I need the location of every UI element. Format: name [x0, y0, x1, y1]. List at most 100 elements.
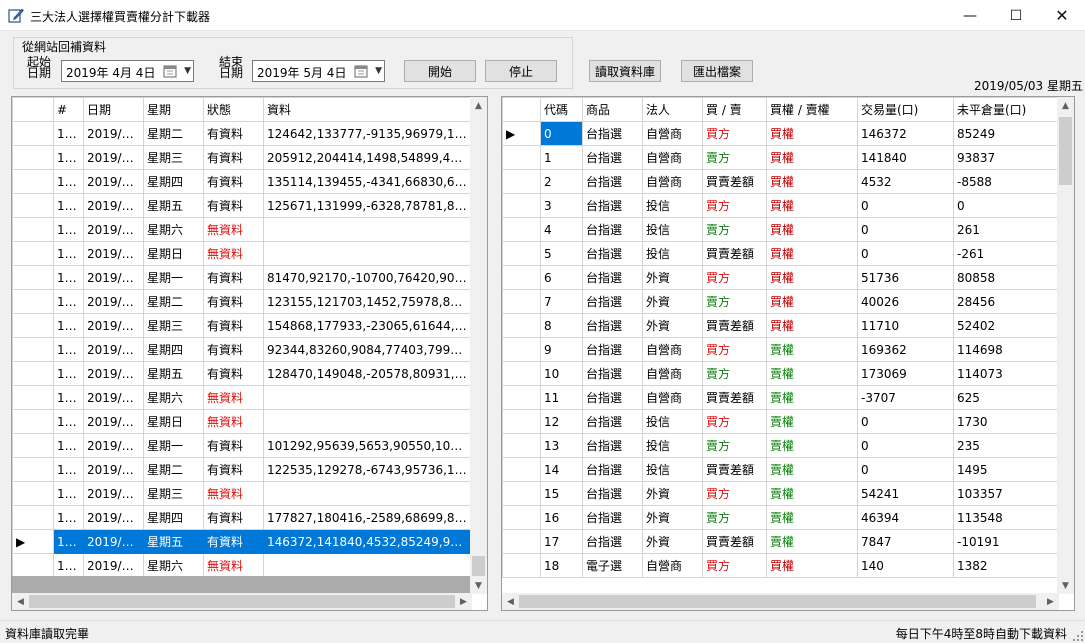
row-header[interactable]	[12, 409, 54, 434]
table-cell[interactable]: 1082	[53, 193, 84, 218]
table-cell[interactable]: 2019/04/24	[83, 313, 144, 338]
table-row[interactable]: ▶ 0 台指選 自營商 買方 買權 146372 85249	[502, 121, 1059, 146]
table-cell[interactable]: 2019/05/02	[83, 505, 144, 530]
table-cell[interactable]: 投信	[642, 457, 703, 482]
table-cell[interactable]: 3	[540, 193, 583, 218]
row-header[interactable]	[502, 385, 541, 410]
table-cell[interactable]: 140	[857, 553, 954, 578]
column-header[interactable]: 法人	[642, 97, 703, 122]
table-row[interactable]: 10842019/04/21星期日無資料	[12, 241, 471, 266]
table-row[interactable]: 15 台指選 外資 買方 賣權 54241 103357	[502, 481, 1059, 506]
table-cell[interactable]: 9	[540, 337, 583, 362]
table-cell[interactable]: 2019/04/19	[83, 193, 144, 218]
table-cell[interactable]: 2019/04/28	[83, 409, 144, 434]
table-cell[interactable]: 5	[540, 241, 583, 266]
table-row[interactable]: 14 台指選 投信 買賣差額 賣權 0 1495	[502, 457, 1059, 482]
table-cell[interactable]: 46394	[857, 505, 954, 530]
table-cell[interactable]: 2019/04/23	[83, 289, 144, 314]
column-header[interactable]: 買 / 賣	[702, 97, 767, 122]
table-cell[interactable]: 買賣差額	[702, 457, 767, 482]
table-cell[interactable]: 台指選	[582, 145, 643, 170]
table-cell[interactable]: 買方	[702, 337, 767, 362]
table-cell[interactable]: 114073	[953, 361, 1059, 386]
table-row[interactable]: 3 台指選 投信 買方 買權 0 0	[502, 193, 1059, 218]
table-row[interactable]: 10862019/04/23星期二有資料123155,121703,1452,7…	[12, 289, 471, 314]
row-header[interactable]	[502, 289, 541, 314]
table-row[interactable]: 6 台指選 外資 買方 買權 51736 80858	[502, 265, 1059, 290]
table-cell[interactable]: 154868,177933,-23065,61644,73227,-1...	[263, 313, 471, 338]
table-cell[interactable]: 外資	[642, 289, 703, 314]
table-cell[interactable]: 有資料	[203, 457, 264, 482]
table-cell[interactable]: 買權	[766, 217, 858, 242]
table-cell[interactable]: 買方	[702, 553, 767, 578]
table-cell[interactable]: 有資料	[203, 313, 264, 338]
table-cell[interactable]: 台指選	[582, 529, 643, 554]
table-cell[interactable]: 自營商	[642, 553, 703, 578]
export-file-button[interactable]: 匯出檔案	[681, 60, 753, 82]
table-cell[interactable]: 1094	[53, 481, 84, 506]
row-header[interactable]	[12, 265, 54, 290]
table-cell[interactable]: 16	[540, 505, 583, 530]
table-cell[interactable]: 買權	[766, 241, 858, 266]
table-cell[interactable]: 103357	[953, 481, 1059, 506]
table-cell[interactable]: 625	[953, 385, 1059, 410]
table-cell[interactable]: 0	[857, 433, 954, 458]
row-header[interactable]	[12, 241, 54, 266]
table-cell[interactable]: 星期五	[143, 361, 204, 386]
table-cell[interactable]: 124642,133777,-9135,96979,105601,-8...	[263, 121, 471, 146]
table-cell[interactable]: 星期六	[143, 217, 204, 242]
table-cell[interactable]: 1080	[53, 145, 84, 170]
row-header[interactable]	[502, 433, 541, 458]
table-cell[interactable]: 買賣差額	[702, 313, 767, 338]
table-cell[interactable]: 買權	[766, 265, 858, 290]
table-cell[interactable]: 星期五	[143, 193, 204, 218]
table-cell[interactable]	[263, 241, 471, 266]
scroll-thumb[interactable]	[1059, 117, 1072, 185]
table-row[interactable]: 10872019/04/24星期三有資料154868,177933,-23065…	[12, 313, 471, 338]
table-cell[interactable]: 自營商	[642, 121, 703, 146]
table-cell[interactable]: 投信	[642, 409, 703, 434]
table-cell[interactable]: 0	[857, 409, 954, 434]
table-cell[interactable]: 52402	[953, 313, 1059, 338]
minimize-button[interactable]: —	[947, 0, 993, 31]
table-cell[interactable]: 2	[540, 169, 583, 194]
row-header[interactable]	[502, 409, 541, 434]
table-cell[interactable]: 1495	[953, 457, 1059, 482]
table-cell[interactable]: 賣方	[702, 433, 767, 458]
table-row[interactable]: 18 電子選 自營商 買方 買權 140 1382	[502, 553, 1059, 578]
table-cell[interactable]: 51736	[857, 265, 954, 290]
row-header[interactable]	[12, 433, 54, 458]
table-cell[interactable]: 台指選	[582, 337, 643, 362]
table-cell[interactable]: 無資料	[203, 241, 264, 266]
table-row[interactable]: 10852019/04/22星期一有資料81470,92170,-10700,7…	[12, 265, 471, 290]
table-cell[interactable]: 146372	[857, 121, 954, 146]
table-row[interactable]: 4 台指選 投信 賣方 買權 0 261	[502, 217, 1059, 242]
table-row[interactable]: 10892019/04/26星期五有資料128470,149048,-20578…	[12, 361, 471, 386]
table-row[interactable]: 10832019/04/20星期六無資料	[12, 217, 471, 242]
column-header[interactable]: 星期	[143, 97, 204, 122]
table-cell[interactable]: 有資料	[203, 529, 264, 554]
table-cell[interactable]: 買方	[702, 481, 767, 506]
table-row[interactable]: 1 台指選 自營商 賣方 買權 141840 93837	[502, 145, 1059, 170]
table-cell[interactable]: 2019/04/25	[83, 337, 144, 362]
table-cell[interactable]: 13	[540, 433, 583, 458]
scroll-thumb[interactable]	[472, 556, 485, 576]
table-cell[interactable]: 92344,83260,9084,77403,79902,-2499,...	[263, 337, 471, 362]
table-cell[interactable]: 125671,131999,-6328,78781,81735,-29...	[263, 193, 471, 218]
table-cell[interactable]: 賣權	[766, 481, 858, 506]
table-cell[interactable]: 自營商	[642, 337, 703, 362]
table-cell[interactable]: 星期三	[143, 145, 204, 170]
table-cell[interactable]: 0	[857, 217, 954, 242]
table-cell[interactable]: 有資料	[203, 193, 264, 218]
table-row[interactable]: 10792019/04/16星期二有資料124642,133777,-9135,…	[12, 121, 471, 146]
table-cell[interactable]	[263, 409, 471, 434]
table-cell[interactable]: 買權	[766, 313, 858, 338]
table-cell[interactable]: 113548	[953, 505, 1059, 530]
table-cell[interactable]: 星期四	[143, 169, 204, 194]
table-cell[interactable]: -3707	[857, 385, 954, 410]
table-row[interactable]: 16 台指選 外資 賣方 賣權 46394 113548	[502, 505, 1059, 530]
table-cell[interactable]: 賣權	[766, 457, 858, 482]
table-cell[interactable]: 賣權	[766, 337, 858, 362]
table-cell[interactable]: 星期二	[143, 289, 204, 314]
table-cell[interactable]: 1079	[53, 121, 84, 146]
